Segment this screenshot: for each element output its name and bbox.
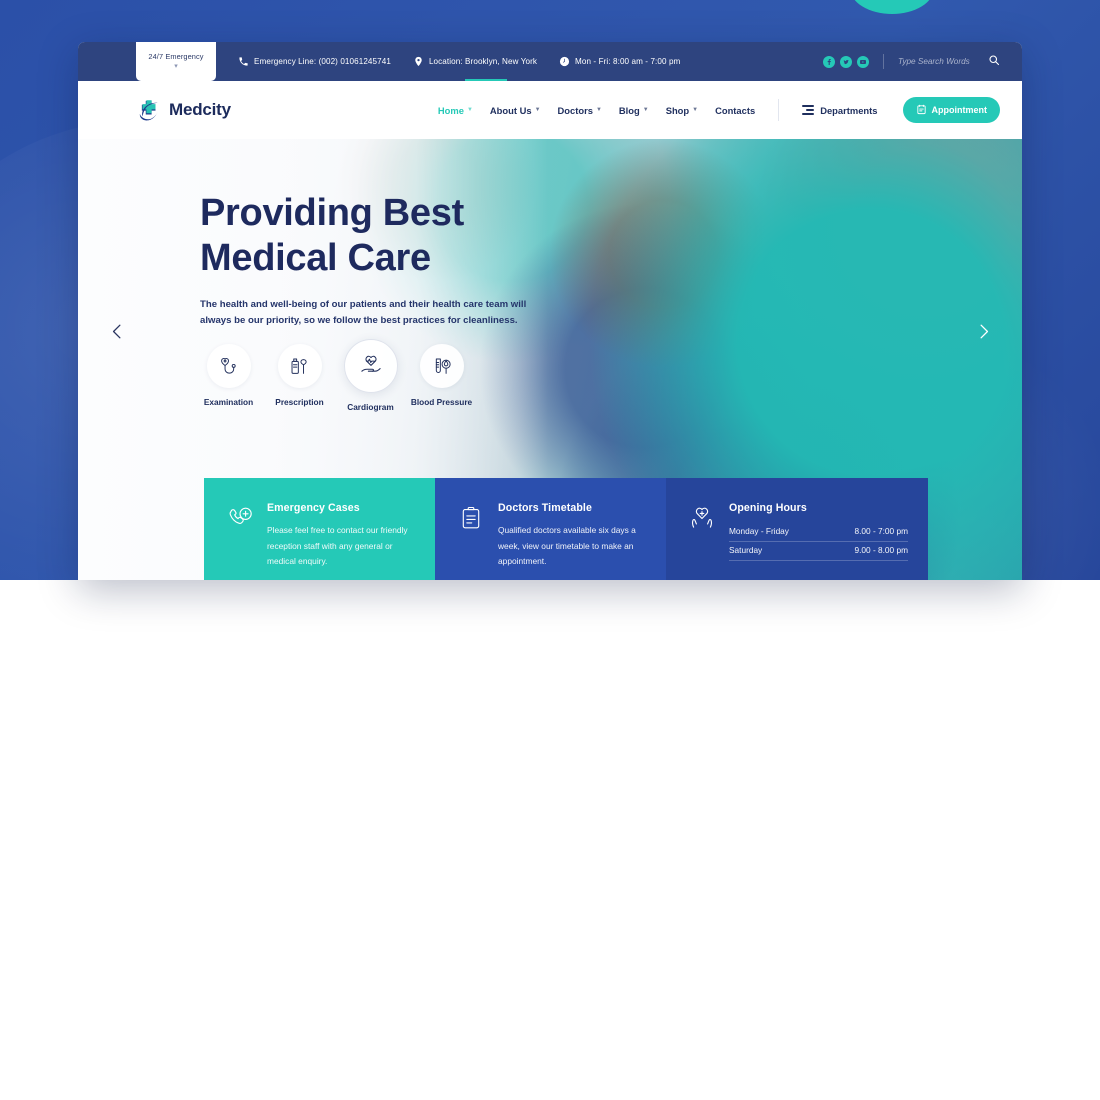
- card-title: Emergency Cases: [267, 502, 360, 514]
- chevron-down-icon: ▼: [534, 107, 541, 113]
- cardiogram-icon: [343, 339, 398, 393]
- emergency-call-icon: [226, 502, 254, 580]
- twitter-icon[interactable]: [840, 55, 852, 68]
- active-nav-indicator: [465, 78, 507, 81]
- card-title: Doctors Timetable: [498, 502, 592, 514]
- site-header: Medcity Home ▼ About Us ▼ Doctors ▼ Blog…: [78, 81, 1022, 139]
- nav-label: Blog: [618, 104, 640, 116]
- hero-title-line1: Providing Best: [200, 192, 464, 234]
- hero-title-line2: Medical Care: [200, 236, 431, 279]
- topbar-hours[interactable]: Mon - Fri: 8:00 am - 7:00 pm: [559, 56, 680, 67]
- clock-icon: [559, 56, 570, 67]
- carousel-next-button[interactable]: [970, 321, 996, 347]
- hamburger-icon: [802, 105, 815, 115]
- phone-icon: [238, 56, 249, 67]
- location-pin-icon: [413, 56, 424, 67]
- clipboard-icon: [457, 502, 485, 580]
- card-doctors-timetable[interactable]: Doctors Timetable Qualified doctors avai…: [435, 478, 666, 580]
- logo-text: Medcity: [169, 100, 231, 119]
- card-opening-hours[interactable]: Opening Hours Monday - Friday 8.00 - 7:0…: [666, 478, 928, 580]
- card-emergency-cases[interactable]: Emergency Cases Please feel free to cont…: [204, 478, 435, 580]
- departments-menu-button[interactable]: Departments: [802, 104, 878, 116]
- hero-content: Providing Best Medical Care The health a…: [200, 191, 560, 330]
- carousel-prev-button[interactable]: [104, 321, 130, 347]
- youtube-icon[interactable]: [857, 55, 869, 68]
- main-navigation: Home ▼ About Us ▼ Doctors ▼ Blog ▼ Shop …: [438, 97, 1000, 123]
- nav-item-contacts[interactable]: Contacts: [715, 105, 755, 116]
- service-label: Prescription: [275, 397, 324, 407]
- search-icon: [988, 54, 1000, 69]
- chevron-down-icon: ▾: [174, 63, 178, 71]
- topbar-right-group: [823, 54, 1022, 69]
- chevron-right-icon: [974, 322, 993, 346]
- chevron-down-icon: ▼: [692, 107, 699, 113]
- topbar-emergency-line[interactable]: Emergency Line: (002) 01061245741: [238, 56, 391, 67]
- website-page-card: 24/7 Emergency ▾ Emergency Line: (002) 0…: [78, 42, 1022, 580]
- nav-item-blog[interactable]: Blog ▼: [619, 105, 649, 116]
- nav-item-about-us[interactable]: About Us ▼: [490, 105, 541, 116]
- medcity-logo-icon: [136, 97, 162, 123]
- emergency-24-7-tab[interactable]: 24/7 Emergency ▾: [136, 42, 216, 81]
- hours-time: 8.00 - 7:00 pm: [854, 526, 908, 536]
- search-button[interactable]: [988, 54, 1000, 69]
- examination-icon: [206, 344, 251, 388]
- appointment-button[interactable]: Appointment: [902, 97, 1000, 123]
- opening-hours-row: Saturday 9.00 - 8.00 pm: [729, 542, 908, 561]
- site-logo[interactable]: Medcity: [136, 97, 231, 123]
- card-text: Please feel free to contact our friendly…: [267, 525, 408, 567]
- nav-label: Doctors: [557, 104, 593, 116]
- top-utility-bar: 24/7 Emergency ▾ Emergency Line: (002) 0…: [78, 42, 1022, 81]
- facebook-icon[interactable]: [823, 55, 835, 68]
- social-links: [823, 55, 869, 68]
- topbar-location[interactable]: Location: Brooklyn, New York: [413, 56, 537, 67]
- chevron-down-icon: ▼: [595, 107, 602, 113]
- service-label: Examination: [203, 397, 254, 407]
- chevron-down-icon: ▼: [642, 107, 649, 113]
- topbar-divider: [883, 54, 884, 69]
- nav-label: Contacts: [715, 104, 756, 116]
- service-item-blood-pressure[interactable]: Blood Pressure: [410, 344, 473, 407]
- topbar-item-text: Emergency Line: (002) 01061245741: [254, 57, 391, 66]
- chevron-down-icon: ▼: [466, 107, 473, 113]
- hero-title: Providing Best Medical Care: [200, 191, 560, 281]
- topbar-item-text: Location: Brooklyn, New York: [428, 57, 538, 66]
- hours-time: 9.00 - 8.00 pm: [854, 545, 908, 555]
- nav-label: Home: [437, 104, 464, 116]
- nav-item-home[interactable]: Home ▼: [438, 105, 473, 116]
- hero-service-list: Examination Prescription Cardiogram Bloo…: [200, 339, 473, 412]
- service-item-examination[interactable]: Examination: [200, 344, 257, 407]
- calendar-icon: [916, 104, 927, 117]
- topbar-item-text: Mon - Fri: 8:00 am - 7:00 pm: [575, 57, 681, 66]
- service-item-prescription[interactable]: Prescription: [271, 344, 328, 407]
- emergency-tab-label: 24/7 Emergency: [148, 51, 204, 61]
- card-text: Qualified doctors available six days a w…: [498, 525, 636, 567]
- card-title: Opening Hours: [729, 502, 807, 514]
- decorative-teal-ellipse: [850, 0, 934, 14]
- service-label: Blood Pressure: [410, 397, 473, 407]
- nav-divider: [778, 99, 780, 121]
- hours-day: Monday - Friday: [729, 526, 789, 536]
- nav-item-shop[interactable]: Shop ▼: [666, 105, 698, 116]
- departments-label: Departments: [820, 104, 878, 116]
- blood-pressure-icon: [419, 344, 464, 388]
- hours-day: Saturday: [729, 545, 763, 555]
- prescription-icon: [277, 344, 322, 388]
- info-cards-row: Emergency Cases Please feel free to cont…: [204, 478, 928, 580]
- service-label: Cardiogram: [347, 402, 394, 412]
- search-input[interactable]: [898, 57, 980, 66]
- hero-slider: Providing Best Medical Care The health a…: [78, 139, 1022, 580]
- opening-hours-row: Monday - Friday 8.00 - 7:00 pm: [729, 523, 908, 542]
- heart-hands-icon: [688, 502, 716, 580]
- hero-subtitle: The health and well-being of our patient…: [200, 298, 527, 327]
- nav-label: Shop: [665, 104, 690, 116]
- chevron-left-icon: [108, 322, 127, 346]
- nav-label: About Us: [489, 104, 532, 116]
- service-item-cardiogram[interactable]: Cardiogram: [342, 339, 399, 412]
- appointment-label: Appointment: [931, 105, 988, 115]
- nav-item-doctors[interactable]: Doctors ▼: [558, 105, 602, 116]
